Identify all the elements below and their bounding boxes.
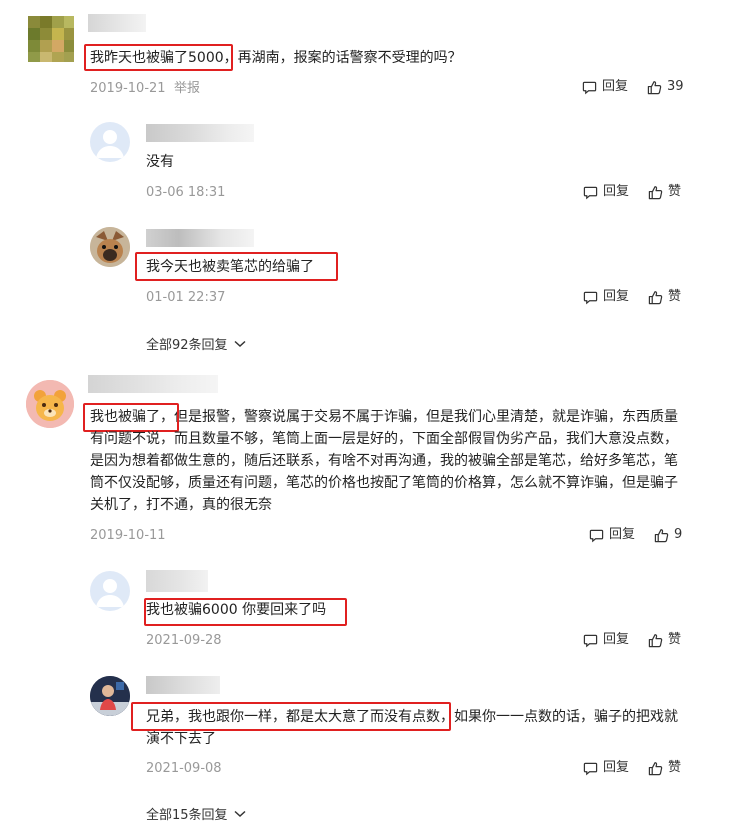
comment-bubble-icon [583, 634, 598, 647]
reply-button[interactable]: 回复 [583, 183, 629, 201]
highlight-box [135, 252, 338, 281]
thumbs-up-icon [654, 528, 669, 542]
chevron-down-icon [234, 340, 246, 347]
avatar-photo[interactable] [90, 676, 130, 716]
avatar[interactable] [28, 16, 74, 62]
reply-button[interactable]: 回复 [589, 526, 635, 544]
like-button[interactable]: 39 [647, 78, 684, 96]
thumbs-up-icon [648, 290, 663, 304]
comment-bubble-icon [582, 81, 597, 94]
comment-text-line-5: 关机了，打不通，真的很无奈 [90, 497, 272, 513]
like-button[interactable]: 9 [654, 526, 682, 544]
reply-date: 01-01 22:37 [146, 290, 226, 305]
chevron-down-icon [234, 810, 246, 817]
comment-bubble-icon [583, 186, 598, 199]
reply-text-line-2: 演不下去了 [146, 731, 216, 747]
username-blurred[interactable] [146, 124, 254, 142]
comment-date: 2019-10-21 [90, 81, 166, 96]
thumbs-up-icon [648, 185, 663, 199]
thumbs-up-icon [647, 80, 662, 94]
like-button[interactable]: 赞 [648, 183, 681, 201]
comment-bubble-icon [589, 529, 604, 542]
thumbs-up-icon [648, 633, 663, 647]
reply-date: 2021-09-28 [146, 633, 222, 648]
like-button[interactable]: 赞 [648, 631, 681, 649]
highlight-box [144, 598, 347, 626]
like-count: 9 [674, 527, 683, 542]
username-blurred[interactable] [146, 676, 220, 694]
highlight-box [84, 44, 233, 71]
avatar-default[interactable] [90, 571, 130, 611]
reply-button[interactable]: 回复 [583, 759, 629, 777]
reply-button[interactable]: 回复 [582, 78, 628, 96]
like-button[interactable]: 赞 [648, 759, 681, 777]
reply-button[interactable]: 回复 [583, 288, 629, 306]
comment-text-line-2: 有问题不说，而且数量不够，笔筒上面一层是好的，下面全部假冒伪劣产品，我们大意没点… [90, 431, 678, 447]
avatar-cartoon[interactable] [26, 380, 74, 428]
reply-button[interactable]: 回复 [583, 631, 629, 649]
avatar-default[interactable] [90, 122, 130, 162]
comment-date: 2019-10-11 [90, 528, 166, 543]
thumbs-up-icon [648, 761, 663, 775]
username-blurred[interactable] [146, 229, 254, 247]
username-blurred[interactable] [146, 570, 208, 592]
highlight-box [131, 702, 451, 731]
reply-text: 没有 [146, 154, 174, 170]
reply-date: 2021-09-08 [146, 761, 222, 776]
like-button[interactable]: 赞 [648, 288, 681, 306]
avatar-dog[interactable] [90, 227, 130, 267]
username-blurred[interactable] [88, 14, 146, 32]
like-count: 39 [667, 79, 684, 94]
comment-text-line-3: 是因为想着都做生意的，随后还联系，有啥不对再沟通，我的被骗全部是笔芯，给好多笔芯… [90, 453, 678, 469]
comment-bubble-icon [583, 762, 598, 775]
all-replies-link[interactable]: 全部15条回复 [146, 804, 246, 823]
all-replies-link[interactable]: 全部92条回复 [146, 334, 246, 353]
username-blurred[interactable] [88, 375, 218, 393]
comment-text-line-4: 筒不仅没配够，质量还有问题，笔芯的价格也按配了笔筒的价格算，怎么就不算诈骗，但是… [90, 475, 678, 491]
report-link[interactable]: 举报 [174, 80, 200, 98]
reply-date: 03-06 18:31 [146, 185, 226, 200]
comment-bubble-icon [583, 291, 598, 304]
